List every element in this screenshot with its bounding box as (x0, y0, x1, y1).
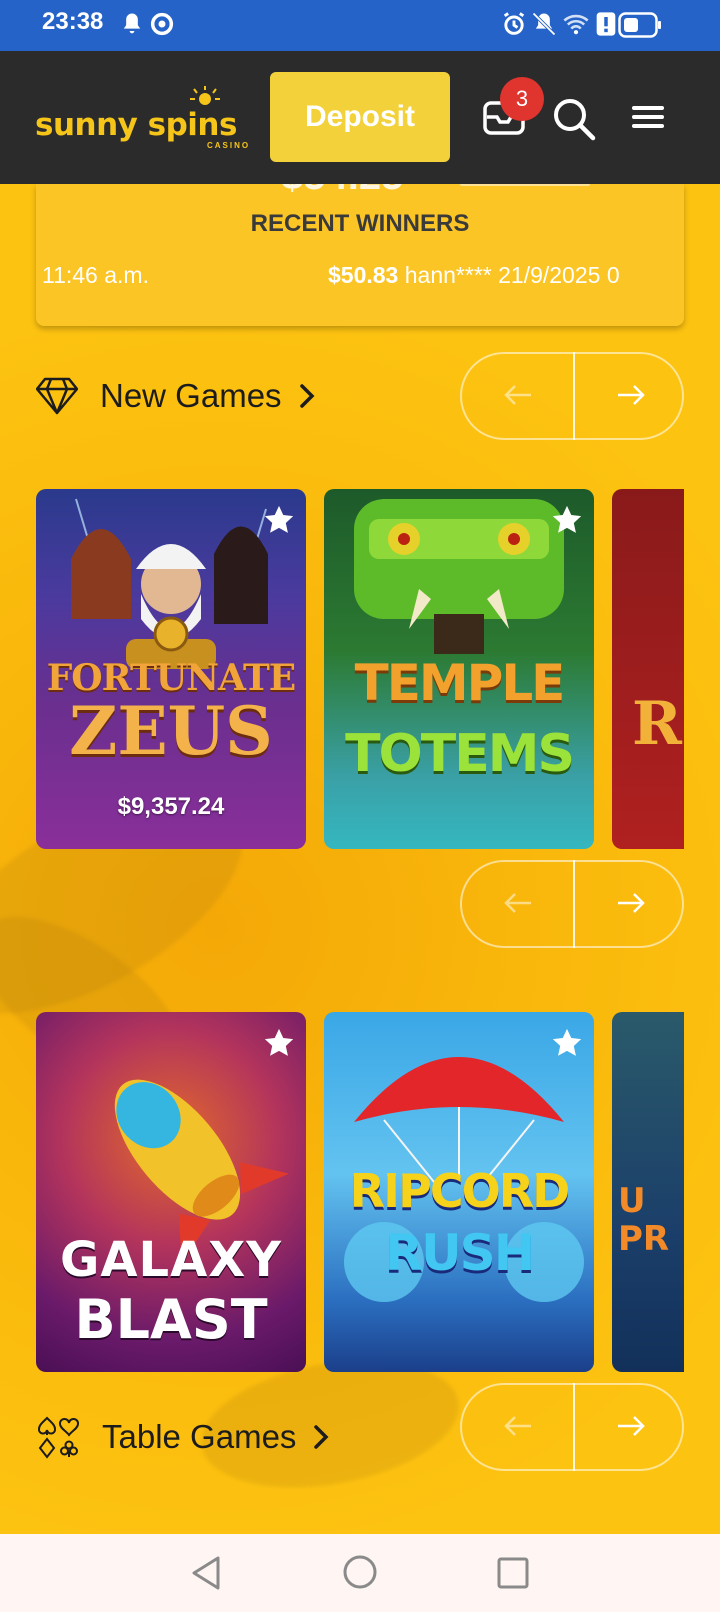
alarm-icon (503, 12, 525, 35)
favorite-star-icon[interactable] (550, 1026, 584, 1060)
battery-icon (618, 12, 661, 38)
game-card-partial[interactable]: R (612, 489, 684, 849)
logo-subtext: CASINO (207, 141, 251, 150)
arrow-left-icon (503, 384, 531, 405)
wifi-icon (563, 14, 589, 35)
main-content[interactable]: $54.25 RECENT WINNERS 11:46 a.m. $50.83 … (0, 184, 720, 1534)
carousel-prev-button[interactable] (462, 354, 573, 438)
mute-icon (532, 12, 556, 36)
game-title-art: BLAST (74, 1288, 268, 1351)
menu-icon[interactable] (630, 102, 666, 132)
winner-amount-partial: $54.25 (281, 184, 403, 199)
favorite-star-icon[interactable] (262, 1026, 296, 1060)
game-title-art: U PR (618, 1181, 670, 1259)
arrow-right-icon (617, 384, 645, 405)
recent-winners-panel: $54.25 RECENT WINNERS 11:46 a.m. $50.83 … (36, 184, 684, 326)
carousel-nav-new-games (460, 352, 684, 440)
message-count-badge: 3 (500, 77, 544, 121)
carousel-prev-button[interactable] (462, 862, 573, 946)
card-suits-icon (38, 1416, 79, 1459)
back-icon[interactable] (188, 1554, 224, 1592)
section-header-new-games[interactable]: New Games (36, 371, 316, 421)
game-card-ripcord-rush[interactable]: RIPCORD RUSH (324, 1012, 594, 1372)
game-title-art: RUSH (384, 1224, 536, 1282)
arrow-left-icon (503, 1415, 531, 1436)
chevron-right-icon (299, 384, 315, 408)
recents-icon[interactable] (496, 1556, 530, 1590)
ticker-entry: $50.83 hann**** 21/9/2025 0 (328, 262, 620, 288)
status-time: 23:38 (42, 8, 104, 35)
game-title-art: ZEUS (69, 692, 273, 770)
chevron-right-icon (314, 1425, 329, 1449)
game-title-art: TEMPLE (354, 654, 566, 712)
ticker-entry: 11:46 a.m. (42, 262, 149, 288)
game-card-partial[interactable]: U PR (612, 1012, 684, 1372)
section-title: New Games (100, 377, 282, 414)
game-card-fortunate-zeus[interactable]: FORTUNATE ZEUS $9,357.24 (36, 489, 306, 849)
game-title-art: TOTEMS (345, 724, 575, 784)
divider (460, 184, 590, 186)
jackpot-amount: $9,357.24 (117, 793, 225, 820)
carousel-next-button[interactable] (575, 862, 686, 946)
notification-bell-icon (123, 13, 141, 34)
section-header-table-games[interactable]: Table Games (36, 1412, 330, 1462)
logo-text: sunny spins (35, 107, 237, 143)
diamond-icon (36, 377, 78, 415)
arrow-right-icon (617, 892, 645, 913)
game-card-galaxy-blast[interactable]: GALAXY BLAST (36, 1012, 306, 1372)
favorite-star-icon[interactable] (262, 503, 296, 537)
carousel-nav-section-2 (460, 860, 684, 948)
deposit-button[interactable]: Deposit (270, 72, 450, 162)
recent-winners-title: RECENT WINNERS (250, 210, 470, 237)
favorite-star-icon[interactable] (550, 503, 584, 537)
carousel-prev-button[interactable] (462, 1385, 573, 1469)
home-icon[interactable] (342, 1554, 378, 1590)
chrome-icon (150, 12, 174, 36)
system-nav-bar (0, 1534, 720, 1612)
section-title: Table Games (102, 1418, 297, 1455)
game-title-art: R (632, 689, 682, 759)
game-title-art: RIPCORD (349, 1164, 571, 1218)
winners-ticker: 11:46 a.m. $50.83 hann**** 21/9/2025 0 (42, 262, 678, 296)
arrow-right-icon (617, 1415, 645, 1436)
carousel-next-button[interactable] (575, 1385, 686, 1469)
arrow-left-icon (503, 892, 531, 913)
alert-icon (596, 12, 616, 36)
game-title-art: GALAXY (59, 1232, 283, 1288)
search-icon[interactable] (552, 97, 596, 141)
game-card-temple-totems[interactable]: TEMPLE TOTEMS (324, 489, 594, 849)
carousel-nav-table-games (460, 1383, 684, 1471)
carousel-next-button[interactable] (575, 354, 686, 438)
status-bar: 23:38 (0, 0, 720, 51)
